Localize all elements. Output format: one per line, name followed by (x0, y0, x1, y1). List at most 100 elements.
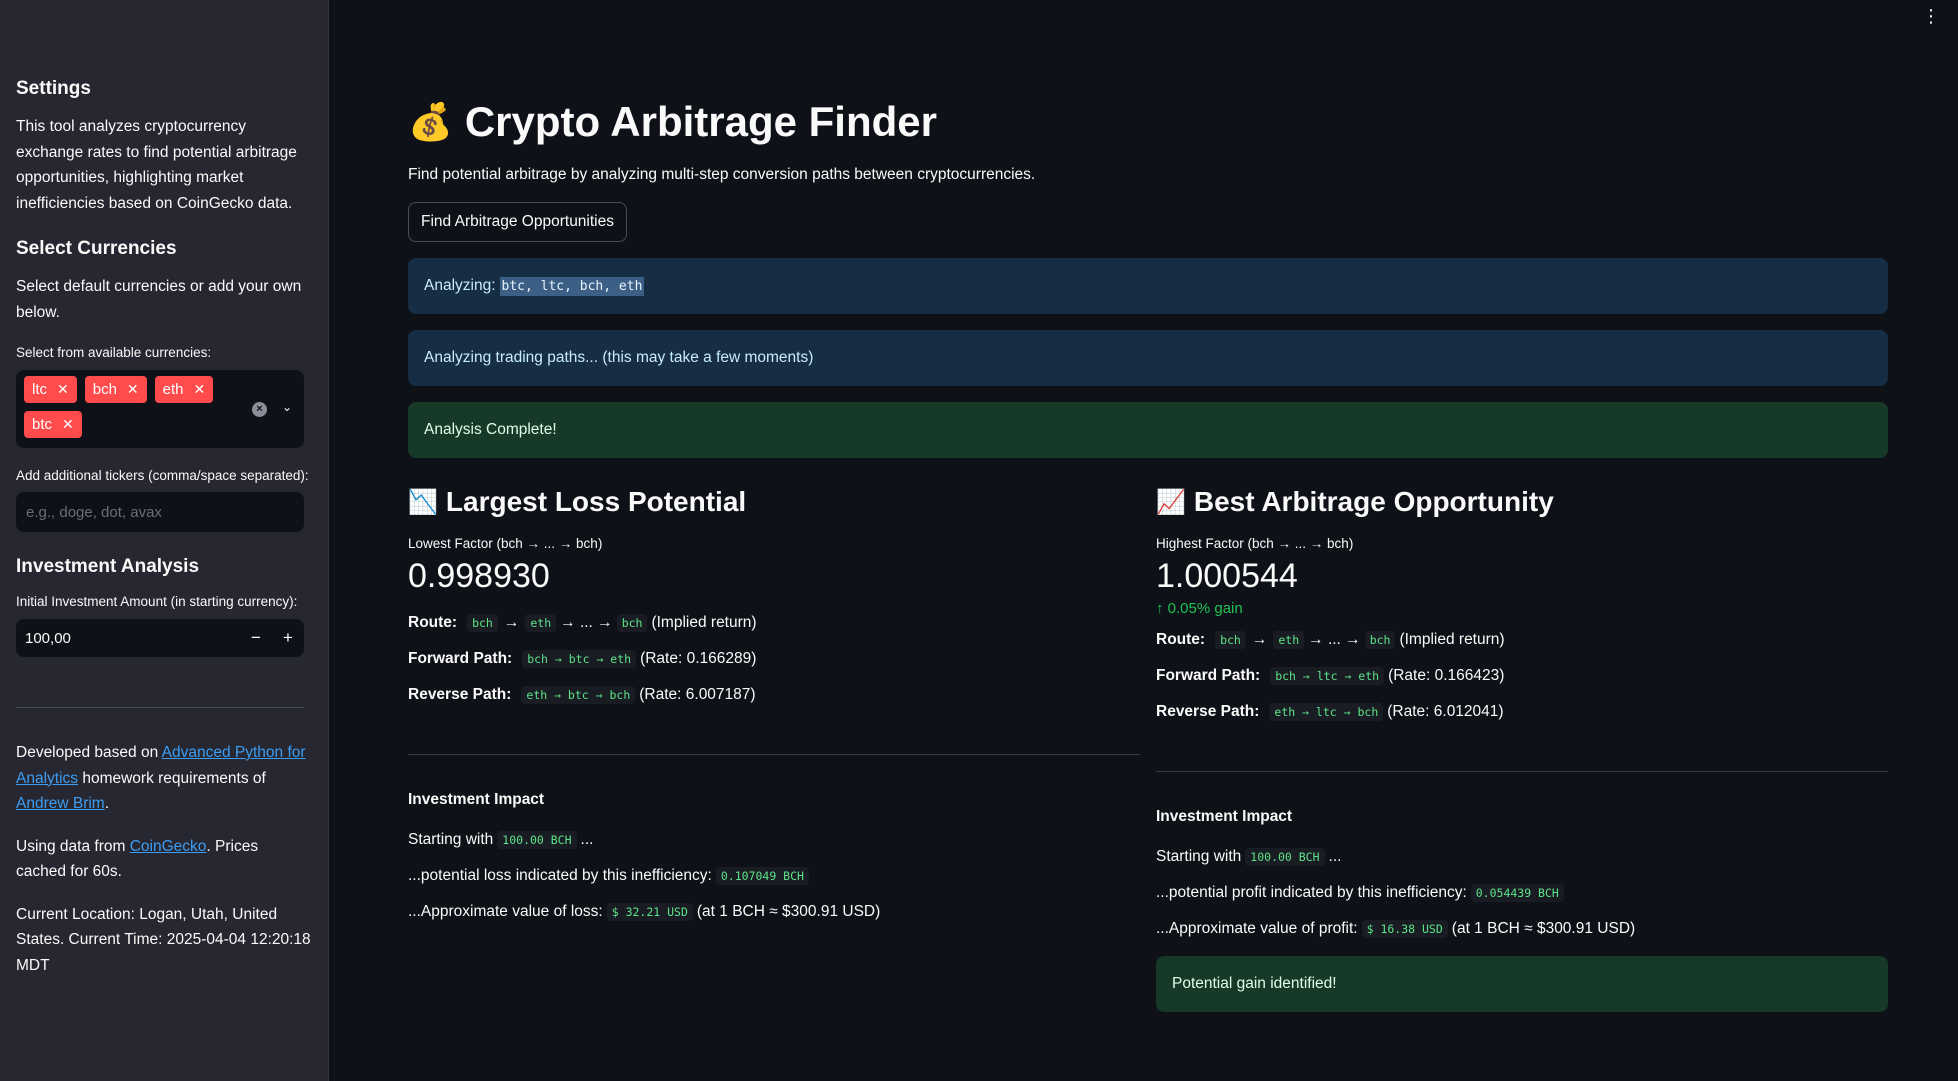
sidebar-description: This tool analyzes cryptocurrency exchan… (16, 118, 297, 212)
complete-success-alert: Analysis Complete! (408, 402, 1888, 458)
route-code: eth (1273, 631, 1305, 649)
value-code: $ 32.21 USD (606, 903, 693, 921)
forward-code: bch → ltc → eth (1270, 667, 1385, 685)
start-code: 100.00 BCH (497, 831, 577, 849)
loss-forward-path: Forward Path: bch → btc → eth (Rate: 0.1… (408, 650, 1140, 668)
remove-chip-icon[interactable]: ✕ (194, 381, 206, 398)
chip-label: ltc (32, 381, 47, 398)
chip-label: btc (32, 416, 53, 433)
tickers-label: Add additional tickers (comma/space sepa… (16, 468, 309, 483)
forward-code: bch → btc → eth (522, 650, 637, 668)
value-prefix: ...Approximate value of loss: (408, 903, 603, 920)
route-label: Route: (408, 614, 458, 631)
investment-number-input[interactable]: 100,00 − + (16, 619, 304, 657)
loss-divider (408, 754, 1140, 755)
currency-code: btc, ltc, bch, eth (499, 276, 645, 296)
increment-button[interactable]: + (272, 628, 304, 648)
forward-label: Forward Path: (1156, 667, 1261, 684)
currency-multiselect[interactable]: ltc ✕ bch ✕ eth ✕ btc ✕ × ⌄ (16, 370, 304, 448)
page-title: 💰 Crypto Arbitrage Finder (408, 98, 1888, 146)
decrement-button[interactable]: − (240, 628, 272, 648)
location-time: Current Location: Logan, Utah, United St… (16, 905, 311, 974)
tickers-input[interactable] (16, 492, 304, 532)
loss-metric-label: Lowest Factor (bch → ... → bch) (408, 536, 603, 551)
value-suffix: (at 1 BCH ≈ $300.91 USD) (1451, 920, 1636, 937)
reverse-rate: (Rate: 6.007187) (639, 686, 756, 703)
credit-text: homework requirements of (78, 769, 266, 787)
reverse-code: eth → btc → bch (521, 686, 636, 704)
forward-label: Forward Path: (408, 650, 513, 667)
loss-potential: ...potential loss indicated by this inef… (408, 867, 1140, 885)
route-note: (Implied return) (1399, 631, 1505, 648)
gain-value: ...Approximate value of profit: $ 16.38 … (1156, 920, 1888, 938)
loss-reverse-path: Reverse Path: eth → btc → bch (Rate: 6.0… (408, 686, 1140, 704)
gain-title: Best Arbitrage Opportunity (1193, 486, 1554, 517)
remove-chip-icon[interactable]: ✕ (127, 381, 139, 398)
potential-prefix: ...potential loss indicated by this inef… (408, 867, 712, 884)
coingecko-link[interactable]: CoinGecko (130, 838, 207, 855)
chip-eth[interactable]: eth ✕ (154, 376, 214, 403)
route-note: (Implied return) (651, 614, 757, 631)
route-code: bch (1215, 631, 1246, 649)
route-label: Route: (1156, 631, 1206, 648)
gain-reverse-path: Reverse Path: eth → ltc → bch (Rate: 6.0… (1156, 703, 1888, 721)
paths-info-alert: Analyzing trading paths... (this may tak… (408, 330, 1888, 386)
start-prefix: Starting with (1156, 848, 1242, 865)
chip-bch[interactable]: bch ✕ (84, 376, 147, 403)
investment-heading: Investment Analysis (16, 556, 200, 577)
find-arbitrage-button[interactable]: Find Arbitrage Opportunities (408, 202, 627, 242)
gain-potential: ...potential profit indicated by this in… (1156, 884, 1888, 902)
chevron-down-icon[interactable]: ⌄ (282, 400, 292, 414)
chip-label: eth (162, 381, 184, 398)
select-currencies-help: Select default currencies or add your ow… (16, 278, 302, 321)
gain-divider (1156, 771, 1888, 772)
remove-chip-icon[interactable]: ✕ (57, 381, 69, 398)
remove-chip-icon[interactable]: ✕ (62, 416, 74, 433)
gain-metric-value: 1.000544 (1156, 557, 1298, 595)
developer-credit: Developed based on Advanced Python for A… (16, 740, 312, 817)
reverse-label: Reverse Path: (1156, 703, 1260, 720)
gain-metric-label: Highest Factor (bch → ... → bch) (1156, 536, 1354, 551)
author-link[interactable]: Andrew Brim (16, 795, 105, 812)
data-source-note: Using data from CoinGecko. Prices cached… (16, 834, 312, 885)
loss-route: Route: bch → eth → ... → bch (Implied ret… (408, 614, 757, 632)
route-code: bch (467, 614, 498, 632)
alert-text: Analyzing: (424, 277, 496, 294)
route-code: bch (1364, 631, 1396, 649)
gain-start: Starting with 100.00 BCH ... (1156, 848, 1888, 866)
settings-heading: Settings (16, 78, 91, 99)
forward-rate: (Rate: 0.166289) (640, 650, 757, 667)
route-dots: → ... → (1308, 631, 1361, 648)
gain-impact-heading: Investment Impact (1156, 808, 1293, 825)
gain-route: Route: bch → eth → ... → bch (Implied ret… (1156, 631, 1505, 649)
main-content: 💰 Crypto Arbitrage Finder Find potential… (408, 0, 1888, 1012)
chart-up-icon: 📈 (1156, 488, 1186, 516)
sidebar-divider (16, 707, 304, 708)
loss-metric-value: 0.998930 (408, 557, 550, 595)
investment-value[interactable]: 100,00 (16, 630, 240, 647)
loss-column: 📉 Largest Loss Potential Lowest Factor (… (408, 478, 1140, 1012)
forward-rate: (Rate: 0.166423) (1388, 667, 1505, 684)
potential-prefix: ...potential profit indicated by this in… (1156, 884, 1467, 901)
page-subtitle: Find potential arbitrage by analyzing mu… (408, 166, 1036, 183)
value-suffix: (at 1 BCH ≈ $300.91 USD) (696, 903, 881, 920)
chart-down-icon: 📉 (408, 488, 438, 516)
start-suffix: ... (1328, 848, 1342, 865)
loss-impact-heading: Investment Impact (408, 791, 545, 808)
analyzing-info-alert: Analyzing: btc, ltc, bch, eth (408, 258, 1888, 314)
chip-btc[interactable]: btc ✕ (24, 411, 82, 438)
credit-text: Developed based on (16, 744, 162, 761)
reverse-label: Reverse Path: (408, 686, 512, 703)
reverse-rate: (Rate: 6.012041) (1387, 703, 1504, 720)
clear-all-icon[interactable]: × (252, 402, 267, 417)
chip-ltc[interactable]: ltc ✕ (24, 376, 77, 403)
value-prefix: ...Approximate value of profit: (1156, 920, 1358, 937)
start-code: 100.00 BCH (1245, 848, 1325, 866)
money-bag-icon: 💰 (408, 101, 453, 142)
sidebar: Settings This tool analyzes cryptocurren… (0, 0, 329, 1081)
start-suffix: ... (580, 831, 594, 848)
data-text: Using data from (16, 837, 130, 855)
kebab-menu-icon[interactable]: ⋮ (1922, 6, 1940, 27)
route-code: bch (616, 614, 648, 632)
route-dots: → ... → (560, 614, 613, 631)
